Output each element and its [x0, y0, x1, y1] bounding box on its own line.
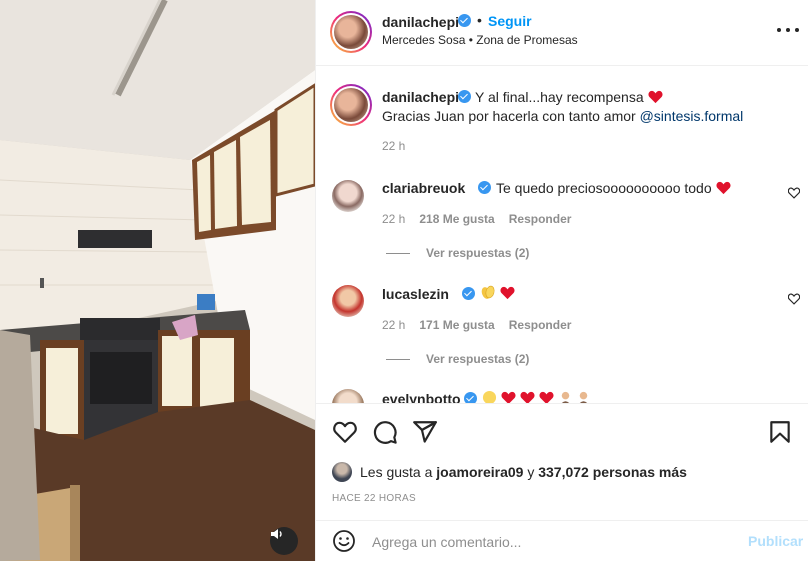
likes-count[interactable]: 337,072 personas más [538, 464, 687, 480]
caption-author-avatar[interactable] [330, 84, 372, 126]
author-avatar[interactable] [330, 11, 372, 53]
red-heart-emoji-icon [501, 391, 516, 403]
kitchen-video-frame [0, 0, 315, 561]
follow-button[interactable]: Seguir [488, 13, 532, 29]
red-heart-emoji-icon [520, 391, 535, 403]
like-comment-icon[interactable] [788, 293, 800, 305]
comment-input[interactable] [372, 531, 732, 553]
comment-time[interactable]: 22 h [382, 318, 405, 332]
comment-avatar[interactable] [332, 389, 364, 403]
comment-avatar[interactable] [332, 285, 364, 317]
comment-text [480, 284, 515, 301]
header-separator: • [477, 12, 482, 28]
comment-avatar[interactable] [332, 180, 364, 212]
view-replies-label: Ver respuestas (2) [426, 352, 530, 366]
speaker-icon [271, 529, 282, 539]
comment-icon[interactable] [372, 419, 398, 445]
post-timestamp[interactable]: HACE 22 HORAS [332, 493, 416, 504]
comment-username[interactable]: clariabreuok [382, 180, 465, 196]
comment-meta: 22 h 171 Me gusta Responder [382, 318, 585, 332]
comments-list[interactable]: danilachepi Y al final...hay recompensa … [316, 67, 808, 403]
red-heart-emoji-icon [539, 391, 554, 403]
caption-text-line2: Gracias Juan por hacerla con tanto amor … [382, 108, 743, 124]
view-replies-button[interactable]: Ver respuestas (2) [386, 352, 529, 366]
person-emoji-icon [580, 391, 588, 403]
verified-badge-icon [458, 14, 471, 27]
caption-username[interactable]: danilachepi [382, 89, 459, 105]
likes-connector: y [527, 464, 535, 480]
audio-toggle-button[interactable] [270, 527, 298, 555]
post-header: danilachepi • Seguir Mercedes Sosa • Zon… [316, 0, 808, 66]
replies-divider [386, 252, 410, 254]
verified-badge-icon [464, 392, 477, 403]
comment-text: Te quedo preciosoooooooooo todo [496, 180, 731, 196]
heart-outline-icon[interactable] [332, 419, 358, 445]
bookmark-icon[interactable] [767, 419, 793, 445]
post-comment-button[interactable]: Publicar [748, 533, 803, 549]
smiling-face-emoji-icon [482, 390, 497, 403]
caption-line1: Y al final...hay recompensa [475, 89, 644, 105]
liker-avatar[interactable] [332, 462, 352, 482]
verified-badge-icon [458, 90, 471, 103]
verified-badge-icon [462, 287, 475, 300]
post-actions: Les gusta a joamoreira09 y 337,072 perso… [316, 403, 808, 523]
comment-username[interactable]: lucaslezin [382, 286, 449, 302]
person-emoji-icon [561, 391, 569, 403]
red-heart-emoji-icon [716, 181, 731, 195]
view-replies-label: Ver respuestas (2) [426, 246, 530, 260]
like-comment-icon[interactable] [788, 187, 800, 199]
clapping-hands-emoji-icon [481, 285, 495, 299]
likes-prefix: Les gusta a [360, 464, 433, 480]
share-icon[interactable] [412, 419, 438, 445]
replies-divider [386, 358, 410, 360]
comment-likes[interactable]: 218 Me gusta [419, 212, 494, 226]
red-heart-emoji-icon [647, 90, 663, 104]
comment-body: Te quedo preciosoooooooooo todo [496, 180, 712, 196]
comment-text [482, 390, 591, 403]
more-options-icon[interactable] [777, 20, 799, 40]
caption-line2-text: Gracias Juan por hacerla con tanto amor [382, 108, 636, 124]
comment-meta: 22 h 218 Me gusta Responder [382, 212, 585, 226]
post-video[interactable] [0, 0, 315, 561]
red-heart-emoji-icon [500, 286, 515, 300]
caption-mention-link[interactable]: @sintesis.formal [640, 108, 744, 124]
post-viewer: danilachepi • Seguir Mercedes Sosa • Zon… [0, 0, 808, 561]
comment-username[interactable]: evelynbotto [382, 391, 461, 403]
view-replies-button[interactable]: Ver respuestas (2) [386, 246, 529, 260]
comment-time[interactable]: 22 h [382, 212, 405, 226]
caption-text: Y al final...hay recompensa [475, 89, 663, 105]
reply-button[interactable]: Responder [509, 212, 572, 226]
emoji-picker-icon[interactable] [332, 529, 356, 553]
comment-likes[interactable]: 171 Me gusta [419, 318, 494, 332]
verified-badge-icon [478, 181, 491, 194]
post-side-panel: danilachepi • Seguir Mercedes Sosa • Zon… [315, 0, 808, 561]
likes-summary[interactable]: Les gusta a joamoreira09 y 337,072 perso… [332, 462, 687, 482]
reply-button[interactable]: Responder [509, 318, 572, 332]
author-username[interactable]: danilachepi [382, 14, 459, 30]
audio-subtitle[interactable]: Mercedes Sosa • Zona de Promesas [382, 33, 578, 47]
add-comment-bar: Publicar [316, 520, 808, 561]
caption-timestamp[interactable]: 22 h [382, 139, 405, 153]
liker-username[interactable]: joamoreira09 [436, 464, 523, 480]
